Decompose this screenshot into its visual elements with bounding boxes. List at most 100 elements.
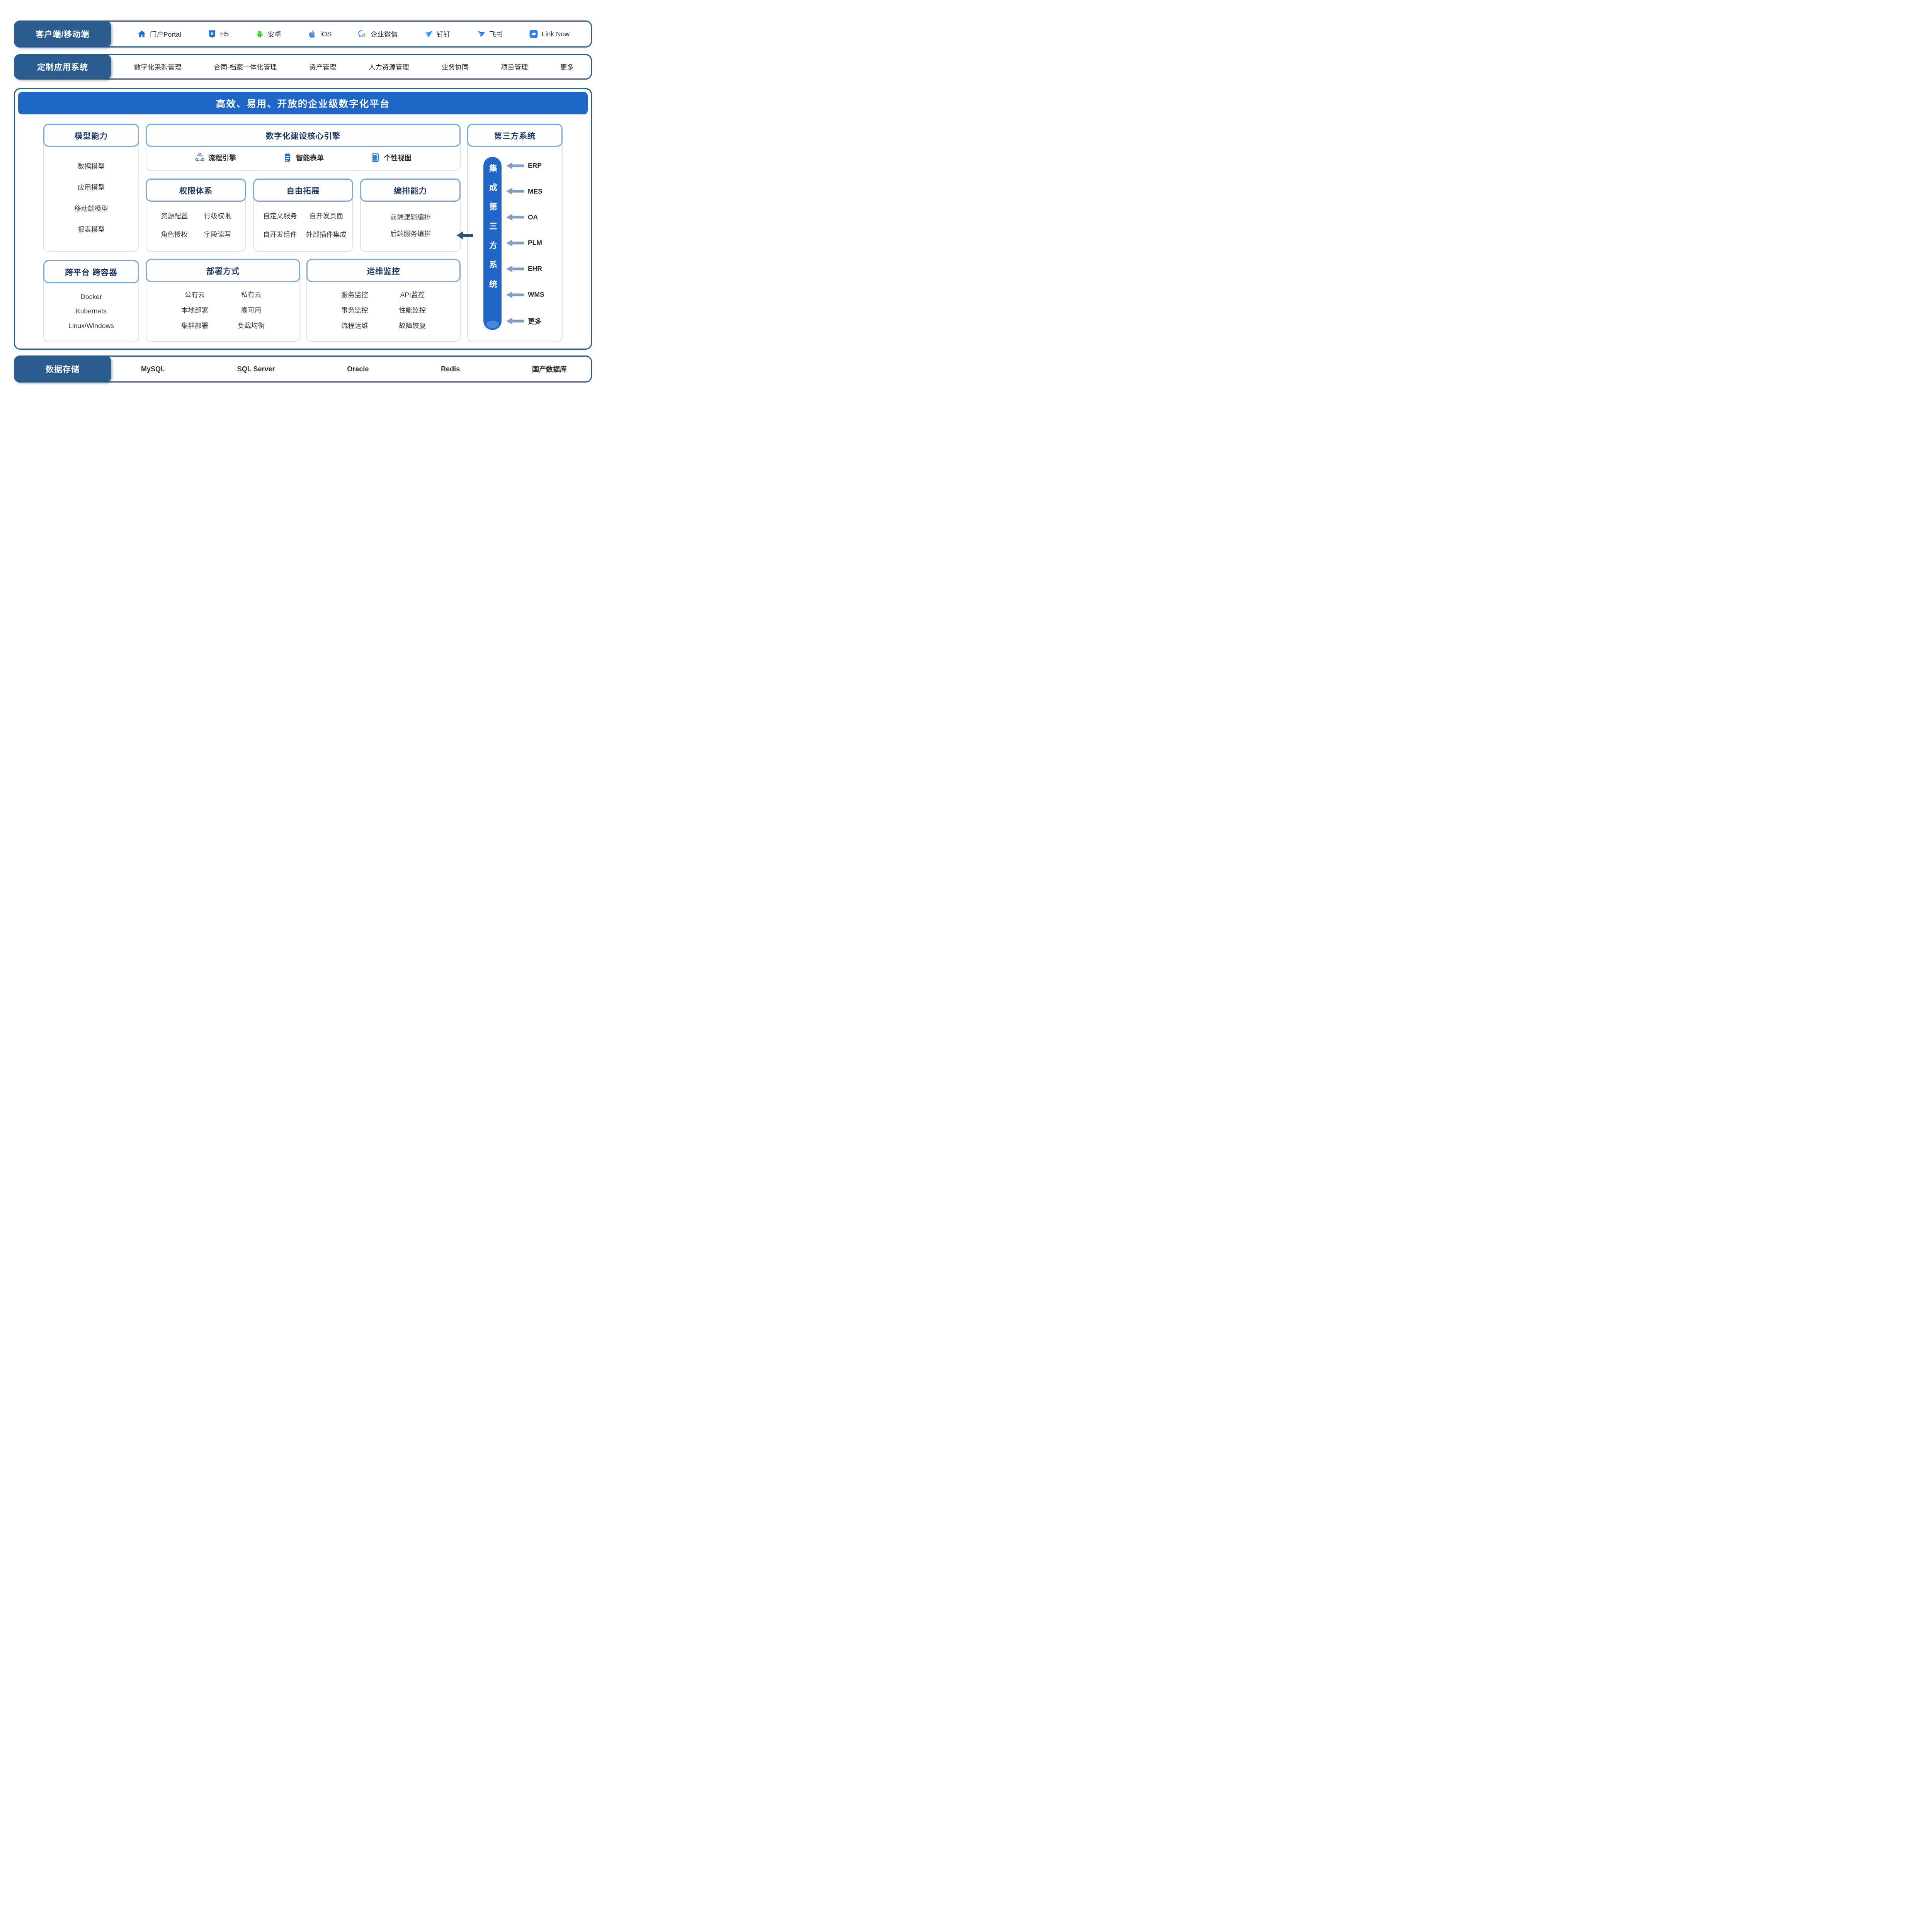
list-item: 流程运维	[341, 321, 368, 330]
platform-container: 高效、易用、开放的企业级数字化平台 模型能力 数据模型 应用模型 移动端模型 报…	[14, 88, 592, 350]
list-item: 性能监控	[399, 305, 426, 315]
list-item: 自开发组件	[263, 230, 297, 239]
list-item: 移动端模型	[74, 204, 108, 213]
integration-pill-label: 集成第三方系统	[487, 157, 498, 330]
flow-engine-icon	[195, 153, 205, 163]
cross-platform-items: Docker Kubernets Linux/Windows	[44, 283, 138, 342]
client-item-label: 企业微信	[371, 29, 398, 39]
platform-content: 模型能力 数据模型 应用模型 移动端模型 报表模型 跨平台 跨容器 Docker…	[15, 114, 591, 342]
client-item-label: 门户Portal	[150, 29, 181, 39]
free-extension-box: 自由拓展 自定义服务 自开发页面 自开发组件 外部插件集成	[253, 179, 354, 252]
system-label: WMS	[528, 291, 544, 299]
list-item: 应用模型	[78, 182, 105, 192]
client-item-dingtalk: 钉钉	[424, 29, 450, 39]
list-item: 服务监控	[341, 290, 368, 299]
model-capability-items: 数据模型 应用模型 移动端模型 报表模型	[44, 147, 138, 251]
client-bar-items: 门户Portal 5 H5 安卓	[110, 22, 591, 46]
client-item-label: 钉钉	[437, 29, 450, 39]
list-item: 字段读写	[204, 230, 231, 239]
pill-bottom-ellipse	[486, 321, 499, 328]
custom-app-item: 项目管理	[501, 62, 528, 72]
custom-apps-badge: 定制应用系统	[14, 54, 111, 80]
list-item: 高可用	[241, 305, 262, 315]
architecture-diagram: 客户端/移动端 门户Portal 5 H5	[0, 0, 606, 414]
apple-icon	[308, 29, 317, 39]
left-arrow-icon	[506, 214, 524, 221]
orchestration-items: 前端逻辑编排 后端服务编排	[361, 202, 460, 251]
system-row-oa: OA	[506, 213, 557, 221]
third-party-box: 第三方系统 集成第三方系统 ERP	[467, 124, 563, 342]
free-extension-title: 自由拓展	[253, 179, 354, 202]
list-item: Linux/Windows	[68, 322, 114, 330]
list-item: 前端逻辑编排	[390, 212, 431, 222]
left-column: 模型能力 数据模型 应用模型 移动端模型 报表模型 跨平台 跨容器 Docker…	[43, 124, 139, 342]
custom-apps-bar: 定制应用系统 数字化采购管理 合同-档案一体化管理 资产管理 人力资源管理 业务…	[14, 54, 592, 80]
feature-custom-view: 个性视图	[370, 153, 412, 163]
custom-apps-items: 数字化采购管理 合同-档案一体化管理 资产管理 人力资源管理 业务协同 项目管理…	[110, 55, 591, 78]
list-item: 集群部署	[181, 321, 208, 330]
custom-app-item: 人力资源管理	[369, 62, 409, 72]
client-bar-badge: 客户端/移动端	[14, 20, 111, 48]
cross-platform-title: 跨平台 跨容器	[43, 260, 139, 283]
feature-label: 流程引擎	[208, 153, 236, 163]
html5-icon: 5	[207, 29, 217, 39]
list-item: 事务监控	[341, 305, 368, 315]
list-item: 资源配置	[161, 211, 188, 221]
bottom-row: 部署方式 公有云 私有云 本地部署 高可用 集群部署 负载均衡 运维监控	[146, 259, 461, 342]
home-icon	[137, 29, 146, 39]
middle-column: 数字化建设核心引擎 流程引擎	[146, 124, 461, 342]
list-item: 故障恢复	[399, 321, 426, 330]
list-item: 私有云	[241, 290, 262, 299]
deployment-title: 部署方式	[146, 259, 300, 282]
left-arrow-icon	[506, 318, 524, 325]
system-label: EHR	[528, 265, 542, 273]
capability-row: 权限体系 资源配置 行级权限 角色授权 字段读写 自由拓展 自定义服务 自开发页…	[146, 179, 461, 252]
storage-items: MySQL SQL Server Oracle Redis 国产数据库	[110, 357, 591, 381]
dingtalk-icon	[424, 29, 433, 39]
system-row-plm: PLM	[506, 239, 557, 247]
deployment-items: 公有云 私有云 本地部署 高可用 集群部署 负载均衡	[146, 282, 299, 341]
custom-app-item: 合同-档案一体化管理	[214, 62, 277, 72]
list-item: 自开发页面	[310, 211, 344, 221]
integration-to-orchestration-arrow	[457, 230, 473, 243]
custom-view-icon	[370, 153, 380, 163]
list-item: 后端服务编排	[390, 229, 431, 238]
list-item: 自定义服务	[263, 211, 297, 221]
ops-monitoring-items: 服务监控 API监控 事务监控 性能监控 流程运维 故障恢复	[307, 282, 460, 341]
client-item-label: H5	[220, 30, 229, 38]
list-item: 行级权限	[204, 211, 231, 221]
ops-monitoring-box: 运维监控 服务监控 API监控 事务监控 性能监控 流程运维 故障恢复	[306, 259, 461, 342]
storage-item: 国产数据库	[532, 364, 567, 374]
svg-text:5: 5	[211, 32, 213, 36]
client-item-ios: iOS	[308, 29, 332, 39]
list-item: API监控	[400, 290, 425, 299]
left-arrow-icon	[506, 188, 524, 195]
feishu-icon	[476, 29, 486, 39]
left-arrow-icon	[506, 240, 524, 247]
integration-pill: 集成第三方系统	[483, 157, 502, 330]
system-row-ehr: EHR	[506, 265, 557, 273]
client-item-portal: 门户Portal	[137, 29, 181, 39]
custom-app-item: 数字化采购管理	[134, 62, 182, 72]
storage-item: MySQL	[141, 365, 165, 373]
android-icon	[255, 29, 264, 39]
left-arrow-icon	[506, 162, 524, 169]
client-item-label: Link Now	[542, 30, 570, 38]
left-arrow-icon	[506, 291, 524, 298]
orchestration-box: 编排能力 前端逻辑编排 后端服务编排	[360, 179, 461, 252]
third-party-systems: ERP MES OA	[506, 157, 557, 330]
client-item-label: 安卓	[268, 29, 281, 39]
wechat-work-icon	[358, 29, 367, 39]
free-extension-items: 自定义服务 自开发页面 自开发组件 外部插件集成	[254, 202, 353, 251]
custom-app-item: 资产管理	[309, 62, 336, 72]
platform-banner: 高效、易用、开放的企业级数字化平台	[18, 92, 588, 114]
client-item-label: 飞书	[489, 29, 503, 39]
feature-label: 智能表单	[296, 153, 324, 163]
client-item-label: iOS	[320, 30, 332, 38]
storage-item: SQL Server	[237, 365, 275, 373]
list-item: 本地部署	[181, 305, 208, 315]
custom-app-item-more: 更多	[560, 62, 574, 72]
deployment-box: 部署方式 公有云 私有云 本地部署 高可用 集群部署 负载均衡	[146, 259, 300, 342]
core-engine-features: 流程引擎 智能表单	[146, 147, 460, 170]
model-capability-box: 模型能力 数据模型 应用模型 移动端模型 报表模型	[43, 124, 139, 252]
